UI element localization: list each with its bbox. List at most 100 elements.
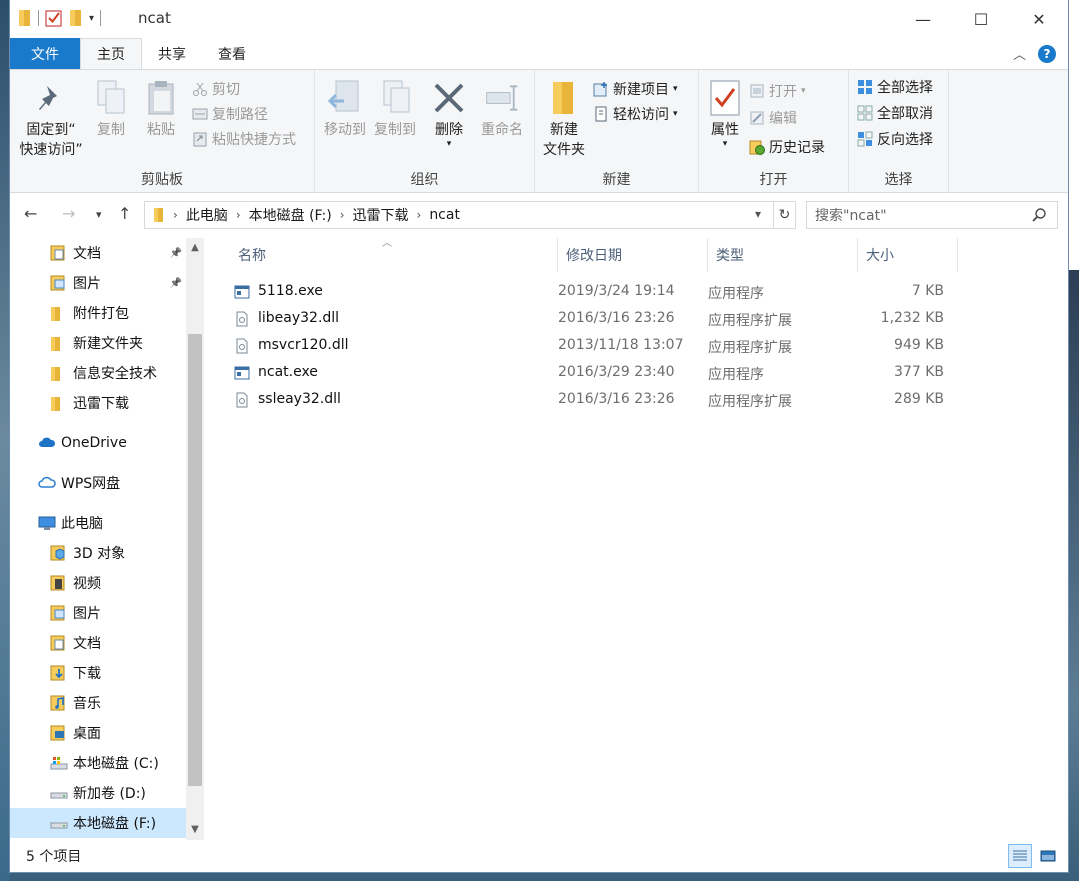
- file-row[interactable]: libeay32.dll 2016/3/16 23:26 应用程序扩展 1,232 K…: [230, 306, 950, 333]
- copy-path-button[interactable]: 复制路径: [192, 103, 268, 125]
- nav-item[interactable]: 文档 📌: [10, 238, 186, 268]
- details-view-icon[interactable]: [1008, 844, 1032, 868]
- scrollbar-thumb[interactable]: [188, 334, 202, 786]
- file-list: ︿ 名称 修改日期 类型 大小 5118.exe 2019/3/24 19:14 应…: [204, 238, 1070, 840]
- up-arrow-icon[interactable]: ↑: [118, 204, 131, 223]
- folder-icon: [19, 10, 30, 26]
- scroll-down-icon[interactable]: ▼: [186, 824, 204, 835]
- nav-item[interactable]: 图片 📌: [10, 268, 186, 298]
- help-icon[interactable]: ?: [1038, 44, 1056, 63]
- organize-group: 移动到 复制到 删除 ▾ 重命名 组织: [315, 70, 535, 193]
- pin-quick-access-button[interactable]: 固定到“ 快速访问”: [16, 78, 86, 160]
- nav-item[interactable]: 信息安全技术: [10, 358, 186, 388]
- close-button[interactable]: ✕: [1010, 0, 1068, 38]
- file-row[interactable]: msvcr120.dll 2013/11/18 13:07 应用程序扩展 949 KB: [230, 333, 950, 360]
- file-row[interactable]: ssleay32.dll 2016/3/16 23:26 应用程序扩展 289 KB: [230, 387, 950, 414]
- nav-item[interactable]: 本地磁盘 (F:): [10, 808, 186, 838]
- tab-file[interactable]: 文件: [10, 38, 80, 69]
- nav-item[interactable]: 本地磁盘 (C:): [10, 748, 186, 778]
- invert-selection-icon: [857, 131, 873, 147]
- column-header-name[interactable]: 名称: [230, 238, 558, 272]
- breadcrumb-ncat[interactable]: ncat: [429, 207, 460, 223]
- nav-item[interactable]: 图片: [10, 598, 186, 628]
- column-header-date[interactable]: 修改日期: [558, 238, 708, 272]
- copy-to-button[interactable]: 复制到: [371, 78, 419, 140]
- delete-button[interactable]: 删除 ▾: [429, 78, 469, 149]
- maximize-button[interactable]: ☐: [952, 0, 1010, 38]
- window-title: ncat: [138, 9, 171, 27]
- file-row[interactable]: 5118.exe 2019/3/24 19:14 应用程序 7 KB: [230, 279, 950, 306]
- tab-home[interactable]: 主页: [80, 38, 142, 69]
- easy-access-button[interactable]: 轻松访问 ▾: [593, 103, 678, 125]
- rename-button[interactable]: 重命名: [475, 78, 529, 140]
- nav-item[interactable]: 新建文件夹: [10, 328, 186, 358]
- search-placeholder: 搜索"ncat": [815, 208, 887, 224]
- nav-item[interactable]: 此电脑: [10, 508, 186, 538]
- recent-locations-chevron-icon[interactable]: ▾: [96, 208, 102, 221]
- cut-button[interactable]: 剪切: [192, 78, 240, 100]
- back-arrow-icon[interactable]: ←: [24, 204, 37, 223]
- nav-item[interactable]: 桌面: [10, 718, 186, 748]
- properties-dropdown-icon[interactable]: ▾: [723, 140, 728, 149]
- copy-button[interactable]: 复制: [90, 78, 132, 140]
- new-folder-quick-icon[interactable]: [69, 8, 83, 28]
- clipboard-group: 固定到“ 快速访问” 复制 粘贴 剪切 复制路径 粘贴快捷方式 剪贴板: [10, 70, 315, 193]
- edit-button[interactable]: 编辑: [749, 107, 797, 129]
- breadcrumb-chevron-icon[interactable]: ›: [236, 208, 241, 222]
- nav-item[interactable]: 文档: [10, 628, 186, 658]
- address-bar[interactable]: › 此电脑 › 本地磁盘 (F:) › 迅雷下载 › ncat: [144, 201, 774, 229]
- nav-item[interactable]: WPS网盘: [10, 468, 186, 498]
- nav-scrollbar[interactable]: ▲ ▼: [186, 238, 204, 840]
- column-header-type[interactable]: 类型: [708, 238, 858, 272]
- column-header-size[interactable]: 大小: [858, 238, 958, 272]
- open-group-label: 打开: [759, 172, 788, 188]
- delete-dropdown-icon[interactable]: ▾: [447, 140, 452, 149]
- refresh-icon[interactable]: ↻: [774, 201, 796, 229]
- invert-selection-button[interactable]: 反向选择: [857, 128, 933, 150]
- new-group-label: 新建: [602, 172, 631, 188]
- collapse-ribbon-icon[interactable]: ︿: [1013, 44, 1026, 63]
- breadcrumb-this-pc[interactable]: 此电脑: [186, 205, 228, 225]
- forward-arrow-icon[interactable]: →: [62, 204, 75, 223]
- nav-item[interactable]: 音乐: [10, 688, 186, 718]
- new-item-button[interactable]: 新建项目 ▾: [593, 78, 678, 100]
- open-button[interactable]: 打开 ▾: [749, 80, 806, 102]
- breadcrumb-drive-f[interactable]: 本地磁盘 (F:): [249, 205, 332, 225]
- customize-toolbar-icon[interactable]: ▾: [89, 13, 94, 24]
- minimize-button[interactable]: —: [894, 0, 952, 38]
- nav-item[interactable]: OneDrive: [10, 428, 186, 458]
- select-all-button[interactable]: 全部选择: [857, 76, 933, 98]
- paste-shortcut-icon: [193, 132, 207, 147]
- nav-item[interactable]: 附件打包: [10, 298, 186, 328]
- nav-item[interactable]: 新加卷 (D:): [10, 778, 186, 808]
- new-folder-button[interactable]: 新建 文件夹: [539, 78, 589, 160]
- paste-shortcut-button[interactable]: 粘贴快捷方式: [192, 128, 296, 150]
- breadcrumb-xunlei[interactable]: 迅雷下载: [353, 205, 409, 225]
- nav-item[interactable]: 下载: [10, 658, 186, 688]
- breadcrumb-chevron-icon[interactable]: ›: [340, 208, 345, 222]
- address-dropdown-icon[interactable]: ▾: [755, 207, 761, 221]
- nav-item-label: 文档: [73, 246, 101, 262]
- search-input[interactable]: 搜索"ncat": [806, 201, 1058, 229]
- select-none-button[interactable]: 全部取消: [857, 102, 933, 124]
- breadcrumb-chevron-icon[interactable]: ›: [173, 208, 178, 222]
- nav-item-label: 信息安全技术: [73, 366, 157, 382]
- history-button[interactable]: 历史记录: [749, 136, 825, 158]
- scroll-up-icon[interactable]: ▲: [186, 242, 204, 253]
- nav-item-label: 图片: [73, 276, 101, 292]
- file-size: 377 KB: [894, 364, 944, 380]
- file-type: 应用程序扩展: [708, 313, 792, 329]
- select-group: 全部选择 全部取消 反向选择 选择: [849, 70, 949, 193]
- file-row[interactable]: ncat.exe 2016/3/29 23:40 应用程序 377 KB: [230, 360, 950, 387]
- move-to-button[interactable]: 移动到: [321, 78, 369, 140]
- nav-item[interactable]: 3D 对象: [10, 538, 186, 568]
- properties-button[interactable]: 属性 ▾: [703, 78, 747, 149]
- tab-view[interactable]: 查看: [202, 38, 262, 69]
- properties-check-icon[interactable]: [45, 9, 63, 27]
- tab-share[interactable]: 共享: [142, 38, 202, 69]
- paste-button[interactable]: 粘贴: [140, 78, 182, 140]
- nav-item[interactable]: 迅雷下载: [10, 388, 186, 418]
- large-icons-view-icon[interactable]: [1036, 844, 1060, 868]
- breadcrumb-chevron-icon[interactable]: ›: [417, 208, 422, 222]
- nav-item[interactable]: 视频: [10, 568, 186, 598]
